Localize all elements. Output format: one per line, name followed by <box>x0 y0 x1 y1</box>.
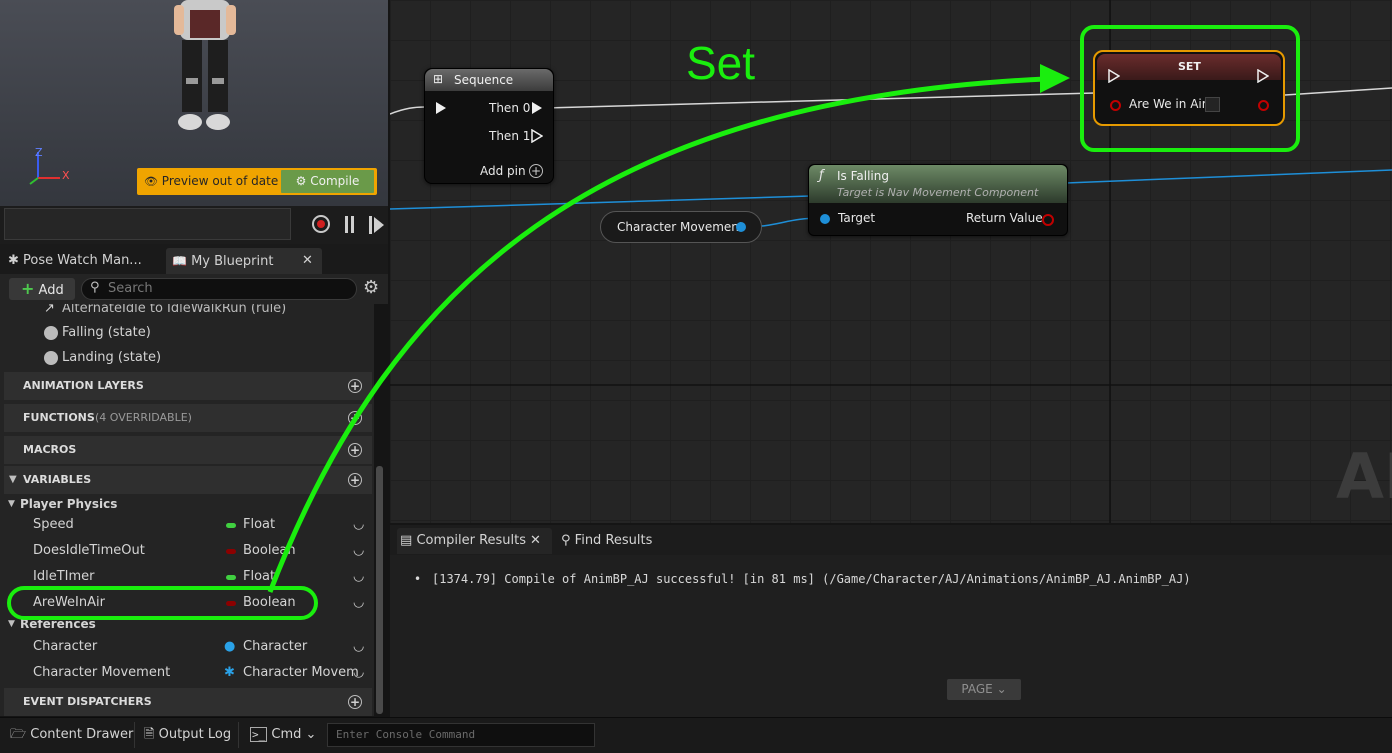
collapse-arrow-icon: ▼ <box>9 474 17 485</box>
search-icon: ⚲ <box>90 280 100 295</box>
compiler-icon: ▤ <box>400 533 413 548</box>
eye-closed-icon[interactable]: ◡ <box>353 660 364 686</box>
float-type-pill <box>226 523 236 528</box>
variable-row-character[interactable]: Character ● Character ◡ <box>0 634 374 660</box>
return-value-pin[interactable] <box>1042 214 1054 226</box>
target-pin[interactable] <box>820 214 830 224</box>
add-plus-icon[interactable]: + <box>348 443 362 457</box>
chevron-down-icon: ⌄ <box>996 682 1007 696</box>
divider <box>238 722 239 748</box>
close-tab-icon[interactable]: ✕ <box>302 248 313 274</box>
section-event-dispatchers[interactable]: EVENT DISPATCHERS + <box>4 688 372 716</box>
exec-in-pin[interactable] <box>435 101 447 115</box>
is-falling-node[interactable]: ƒ Is Falling Target is Nav Movement Comp… <box>808 164 1068 236</box>
state-icon <box>44 326 58 340</box>
pause-button[interactable] <box>344 216 356 233</box>
add-plus-icon[interactable]: + <box>348 411 362 425</box>
tab-my-blueprint[interactable]: 📖 My Blueprint ✕ <box>166 248 322 274</box>
tab-compiler-results[interactable]: ▤ Compiler Results ✕ <box>397 528 552 554</box>
annotation-box-variable <box>7 586 318 620</box>
list-scrollbar[interactable] <box>376 466 383 714</box>
compile-button[interactable]: ⚙ Compile <box>281 170 374 193</box>
settings-gear-icon[interactable]: ⚙ <box>363 277 379 298</box>
content-drawer-button[interactable]: 🗁 Content Drawer <box>10 718 133 752</box>
pause-icon <box>345 216 348 233</box>
variable-row-speed[interactable]: Speed Float ◡ <box>0 512 374 538</box>
add-pin-icon[interactable]: + <box>529 164 543 178</box>
add-plus-icon[interactable]: + <box>348 695 362 709</box>
search-input[interactable]: ⚲ Search <box>81 278 357 300</box>
close-tab-icon[interactable]: ✕ <box>530 528 541 554</box>
section-variables[interactable]: ▼ VARIABLES + <box>4 466 372 494</box>
my-blueprint-list: ↗ AlternateIdle to IdleWalkRun (rule) Fa… <box>0 304 374 716</box>
character-preview <box>174 0 236 130</box>
divider <box>134 722 135 748</box>
float-type-pill <box>226 575 236 580</box>
tree-item-falling[interactable]: Falling (state) <box>0 320 374 346</box>
section-functions[interactable]: FUNCTIONS (4 OVERRIDABLE) + <box>4 404 372 432</box>
component-reference-icon: ✱ <box>224 665 235 680</box>
plus-icon: + <box>21 279 35 298</box>
output-pin[interactable] <box>736 222 746 232</box>
character-movement-getter[interactable]: Character Movement <box>600 211 762 243</box>
page-button[interactable]: PAGE ⌄ <box>947 679 1021 700</box>
eye-icon: 👁 <box>144 175 158 188</box>
section-animation-layers[interactable]: ANIMATION LAYERS + <box>4 372 372 400</box>
tab-find-results[interactable]: ⚲ Find Results <box>561 528 652 554</box>
variable-row-character-movement[interactable]: Character Movement ✱ Character Movem ◡ <box>0 660 374 686</box>
timeline-scrubber[interactable] <box>4 208 291 240</box>
exec-then0-pin[interactable] <box>531 101 543 115</box>
variable-row-doesidletimeout[interactable]: DoesIdleTimeOut Boolean ◡ <box>0 538 374 564</box>
sequence-node[interactable]: ⊞ Sequence Then 0 Then 1 Add pin + <box>424 68 554 184</box>
eye-closed-icon[interactable]: ◡ <box>353 564 364 590</box>
annotation-box-set-node <box>1080 25 1300 152</box>
blueprint-icon: 📖 <box>172 254 187 268</box>
tab-pose-watch[interactable]: ✱ Pose Watch Man... <box>8 248 142 274</box>
add-button[interactable]: + Add <box>9 278 75 300</box>
content-drawer-icon: 🗁 <box>10 727 27 742</box>
eye-closed-icon[interactable]: ◡ <box>353 538 364 564</box>
boolean-type-pill <box>226 549 236 554</box>
step-forward-button[interactable] <box>369 216 385 234</box>
step-forward-icon <box>369 216 372 234</box>
state-icon <box>44 351 58 365</box>
record-button[interactable] <box>312 215 330 233</box>
add-plus-icon[interactable]: + <box>348 379 362 393</box>
sequence-icon: ⊞ <box>433 72 444 86</box>
gear-icon: ⚙ <box>295 174 307 188</box>
chevron-down-icon: ⌄ <box>305 727 317 742</box>
pose-icon: ✱ <box>8 253 19 268</box>
output-log-button[interactable]: 🗎 Output Log <box>144 718 231 752</box>
exec-then1-pin[interactable] <box>531 129 543 143</box>
section-macros[interactable]: MACROS + <box>4 436 372 464</box>
axis-x-label: X <box>62 169 70 182</box>
annotation-label: Set <box>686 37 756 89</box>
graph-watermark: AN <box>1336 440 1392 513</box>
add-plus-icon[interactable]: + <box>348 473 362 487</box>
console-command-input[interactable]: Enter Console Command <box>327 723 595 747</box>
bullet: • <box>414 572 422 586</box>
axis-z-label: Z <box>35 146 43 159</box>
record-icon <box>317 220 325 228</box>
compile-log-line[interactable]: [1374.79] Compile of AnimBP_AJ successfu… <box>432 572 1191 586</box>
log-icon: 🗎 <box>144 727 155 742</box>
eye-closed-icon[interactable]: ◡ <box>353 512 364 538</box>
tree-item-landing[interactable]: Landing (state) <box>0 345 374 371</box>
cmd-dropdown[interactable]: >_ Cmd ⌄ <box>250 718 316 752</box>
eye-closed-icon[interactable]: ◡ <box>353 634 364 660</box>
function-icon: ƒ <box>819 168 824 183</box>
terminal-icon: >_ <box>250 727 268 742</box>
preview-out-of-date: 👁 Preview out of date <box>144 174 279 188</box>
search-icon: ⚲ <box>561 533 571 548</box>
object-reference-icon: ● <box>224 639 236 654</box>
